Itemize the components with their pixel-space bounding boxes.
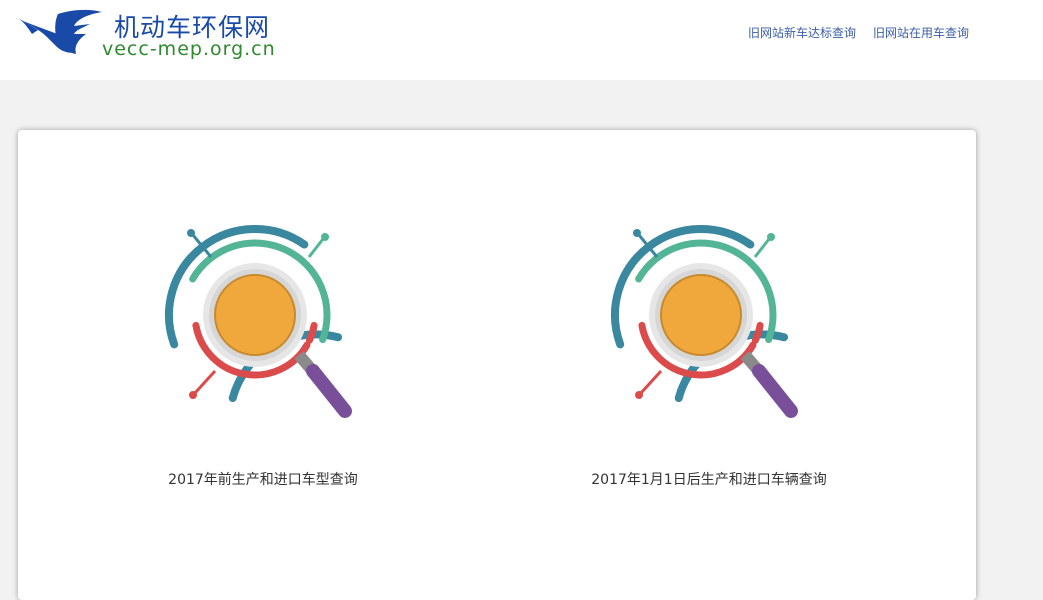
query-options-card: 2017年前生产和进口车型查询 2017年1月1日后生产和进口车辆查询 (18, 130, 976, 600)
site-logo[interactable]: 机动车环保网 vecc-mep.org.cn (18, 6, 278, 64)
nav-link-old-in-use-vehicle[interactable]: 旧网站在用车查询 (873, 24, 969, 41)
site-domain: vecc-mep.org.cn (102, 38, 276, 60)
nav-link-old-new-vehicle[interactable]: 旧网站新车达标查询 (748, 24, 856, 41)
top-nav: 旧网站新车达标查询 旧网站在用车查询 (748, 24, 969, 41)
query-option-label: 2017年1月1日后生产和进口车辆查询 (591, 472, 827, 488)
magnifier-search-icon (611, 225, 798, 418)
query-option-label: 2017年前生产和进口车型查询 (168, 472, 358, 488)
query-option-pre-2017[interactable]: 2017年前生产和进口车型查询 (98, 225, 428, 489)
logo-mark-icon (18, 9, 102, 54)
site-header: 机动车环保网 vecc-mep.org.cn 旧网站新车达标查询 旧网站在用车查… (0, 0, 1043, 80)
query-option-post-2017[interactable]: 2017年1月1日后生产和进口车辆查询 (544, 225, 874, 489)
magnifier-search-icon (165, 225, 352, 418)
